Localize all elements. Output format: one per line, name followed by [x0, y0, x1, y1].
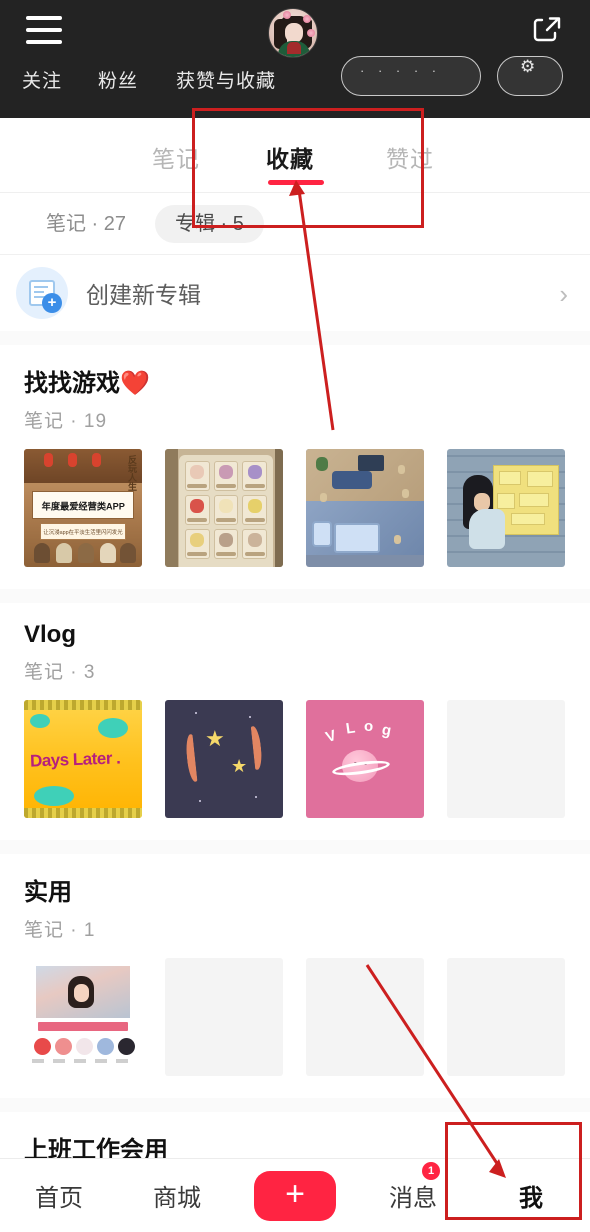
thumbnail-isometric-room[interactable]: [306, 449, 424, 567]
gear-icon: ⚙: [520, 57, 536, 76]
thumbnail-game-poster[interactable]: 反玩人生 年度最爱经营类APP 让沉浸app在平淡生活里闪闪发光: [24, 449, 142, 567]
thumb-poster-title: 年度最爱经营类APP: [41, 501, 125, 512]
thumbnail-navy-stars[interactable]: ★ ★: [165, 700, 283, 818]
share-external-icon[interactable]: [530, 13, 564, 47]
nav-item-messages[interactable]: 消息 1: [354, 1162, 472, 1213]
filter-chips-row: 笔记 · 27 专辑 · 5: [0, 193, 590, 255]
settings-button[interactable]: ⚙: [497, 56, 563, 96]
thumbnail-placeholder: [306, 958, 424, 1076]
thumbnail-days-later[interactable]: Days Later .: [24, 700, 142, 818]
star-icon: ★: [231, 756, 248, 776]
bottom-navigation: 首页 商城 + 消息 1 我: [0, 1158, 590, 1232]
section-divider: [0, 331, 590, 345]
chevron-right-icon: ›: [559, 279, 568, 309]
tab-liked[interactable]: 赞过: [386, 140, 434, 174]
thumbnail-item-grid[interactable]: [165, 449, 283, 567]
status-badge: 1: [422, 1162, 440, 1180]
album-title[interactable]: Vlog: [24, 621, 590, 649]
publish-button[interactable]: +: [254, 1170, 336, 1221]
section-divider: [0, 1098, 590, 1112]
album-subtitle: 笔记 · 1: [24, 920, 96, 941]
profile-stats-row: 关注 粉丝 获赞与收藏 · · · · · ⚙: [0, 56, 590, 102]
tab-notes[interactable]: 笔记: [152, 140, 200, 174]
stat-likes-collections[interactable]: 获赞与收藏: [176, 66, 276, 93]
section-divider: [0, 589, 590, 603]
section-divider: [0, 840, 590, 854]
album-thumbnails: 反玩人生 年度最爱经营类APP 让沉浸app在平淡生活里闪闪发光: [0, 433, 590, 589]
header-top-bar: [0, 0, 590, 62]
nav-item-messages-label: 消息: [389, 1185, 437, 1212]
profile-header: 关注 粉丝 获赞与收藏 · · · · · ⚙: [0, 0, 590, 118]
content-tabs: 笔记 收藏 赞过: [0, 118, 590, 193]
nav-item-me[interactable]: 我: [472, 1178, 590, 1213]
active-tab-indicator: [268, 180, 324, 185]
avatar[interactable]: [268, 8, 318, 58]
album-section: 找找游戏❤️ 笔记 · 19 反玩人生 年度最爱经营类APP 让沉浸app在平淡…: [0, 345, 590, 589]
album-subtitle: 笔记 · 3: [24, 662, 96, 683]
create-album-icon: +: [16, 267, 68, 319]
chip-albums-count[interactable]: 专辑 · 5: [155, 205, 264, 243]
album-thumbnails: Days Later . ★ ★ V L o g: [0, 684, 590, 840]
thumb-poster-sub: 让沉浸app在平淡生活里闪闪发光: [43, 530, 123, 536]
thumb-days-text: Days Later .: [29, 748, 121, 771]
thumbnail-photo-swatches[interactable]: [24, 958, 142, 1076]
star-icon: ★: [205, 726, 225, 751]
content-sheet: 笔记 收藏 赞过 笔记 · 27 专辑 · 5 + 创建新专辑 › 找找游戏❤️…: [0, 118, 590, 1232]
edit-profile-label: · · · · ·: [360, 63, 442, 78]
album-thumbnails: [0, 942, 590, 1098]
thumbnail-placeholder: [165, 958, 283, 1076]
thumb-vertical-text: 反玩人生: [127, 455, 137, 491]
stat-following[interactable]: 关注: [22, 66, 62, 93]
tab-collections[interactable]: 收藏: [266, 140, 314, 174]
nav-item-shop[interactable]: 商城: [118, 1178, 236, 1213]
hamburger-menu-icon[interactable]: [26, 16, 62, 44]
album-subtitle: 笔记 · 19: [24, 411, 108, 432]
nav-item-home[interactable]: 首页: [0, 1178, 118, 1213]
album-title[interactable]: 实用: [24, 872, 590, 907]
create-album-label: 创建新专辑: [86, 282, 201, 308]
phone-screen: 关注 粉丝 获赞与收藏 · · · · · ⚙ 笔记 收藏 赞过 笔记 · 27…: [0, 0, 590, 1232]
thumbnail-placeholder: [447, 700, 565, 818]
album-title[interactable]: 找找游戏❤️: [24, 363, 590, 398]
stat-followers[interactable]: 粉丝: [98, 66, 138, 93]
create-album-row[interactable]: + 创建新专辑 ›: [0, 255, 590, 331]
nav-publish-wrap: +: [236, 1170, 354, 1221]
thumbnail-pink-vlog[interactable]: V L o g: [306, 700, 424, 818]
thumbnail-stone-notes[interactable]: [447, 449, 565, 567]
album-section: 实用 笔记 · 1: [0, 854, 590, 1098]
thumbnail-placeholder: [447, 958, 565, 1076]
chip-notes-count[interactable]: 笔记 · 27: [26, 205, 146, 243]
edit-profile-button[interactable]: · · · · ·: [341, 56, 481, 96]
album-section: Vlog 笔记 · 3 Days Later . ★ ★ V L o g: [0, 603, 590, 840]
